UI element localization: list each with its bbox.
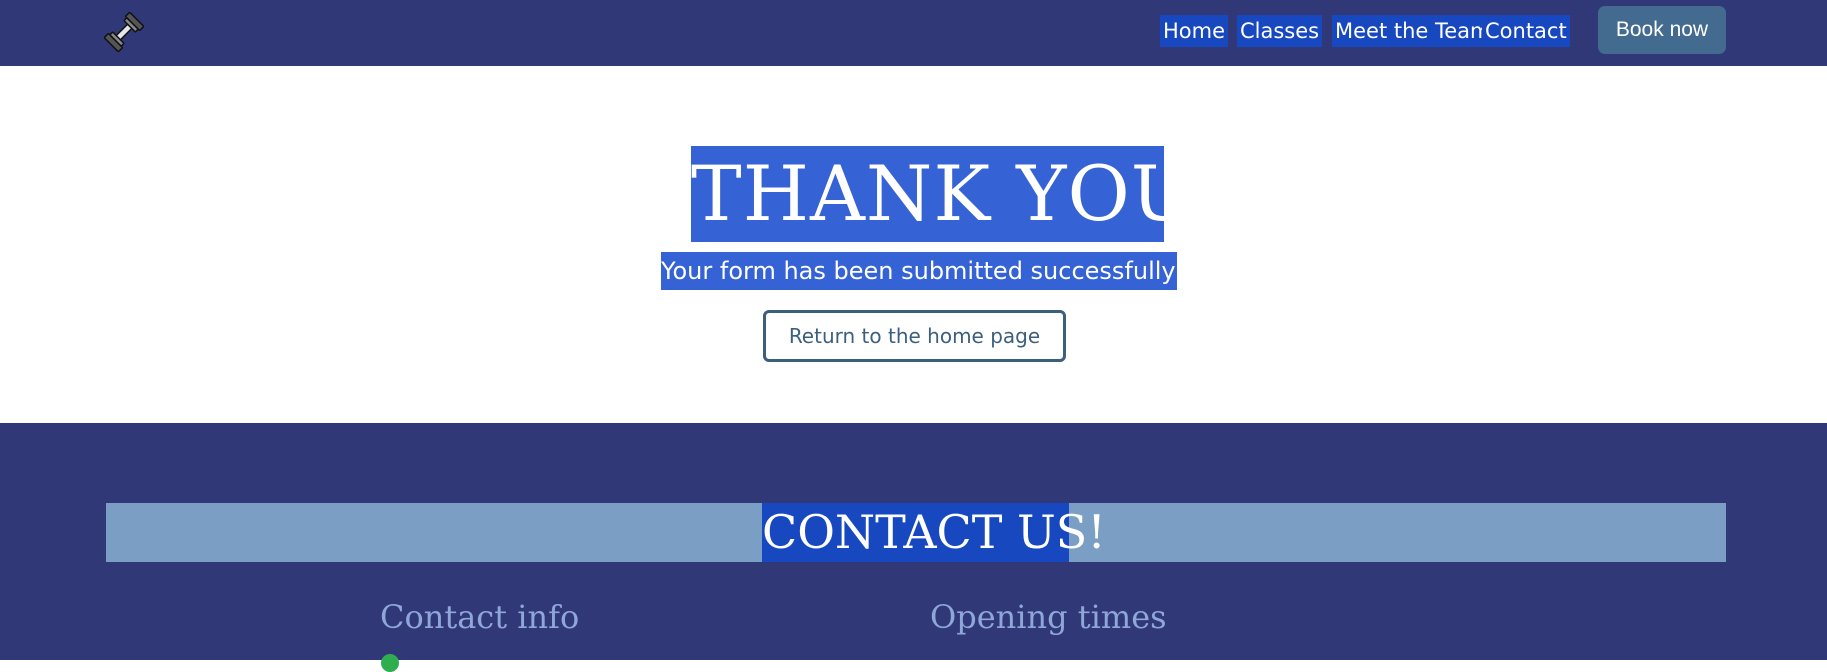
return-home-button[interactable]: Return to the home page bbox=[763, 310, 1066, 362]
book-now-button[interactable]: Book now bbox=[1598, 6, 1726, 54]
success-message: Your form has been submitted successfull… bbox=[661, 252, 1185, 290]
footer: CONTACT US! Contact info Opening times bbox=[0, 423, 1827, 672]
page-title: THANK YOU! bbox=[691, 146, 1226, 242]
contact-banner: CONTACT US! bbox=[106, 503, 1726, 562]
nav-link-contact[interactable]: Contact bbox=[1482, 15, 1570, 47]
nav-link-home[interactable]: Home bbox=[1160, 15, 1229, 47]
navbar: Home Classes Meet the Team Contact Book … bbox=[0, 0, 1827, 66]
dumbbell-icon[interactable] bbox=[103, 11, 145, 53]
contact-info-icon bbox=[381, 654, 399, 672]
nav-link-meet-the-team[interactable]: Meet the Team bbox=[1332, 15, 1494, 47]
nav-link-classes[interactable]: Classes bbox=[1237, 15, 1323, 47]
contact-info-heading: Contact info bbox=[380, 598, 580, 636]
opening-times-heading: Opening times bbox=[930, 598, 1167, 636]
contact-title: CONTACT US! bbox=[762, 503, 1106, 562]
